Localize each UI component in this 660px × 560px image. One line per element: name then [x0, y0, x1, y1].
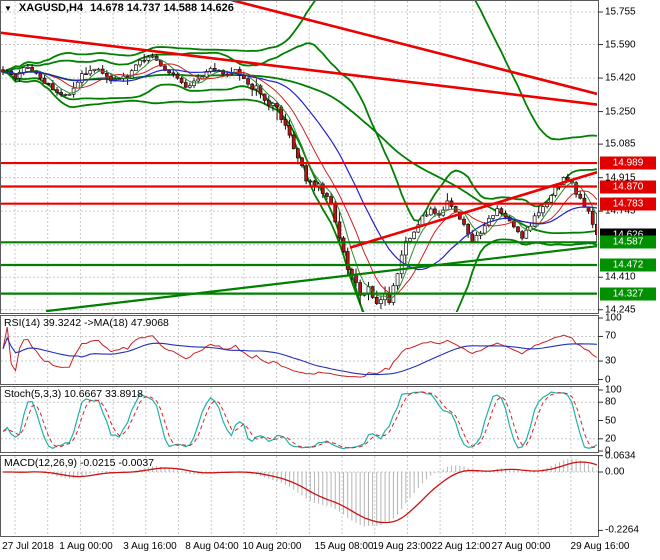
price-axis-label: 15.085: [605, 138, 636, 150]
price-axis-label: 15.420: [605, 72, 636, 84]
chart-canvas[interactable]: [0, 0, 660, 560]
rsi-scale-label: 0: [605, 374, 611, 385]
time-axis-label: 29 Aug 16:00: [570, 541, 630, 552]
time-axis-label: 3 Aug 16:00: [123, 541, 177, 552]
time-axis-label: 1 Aug 00:00: [59, 541, 113, 552]
stoch-scale-label: 80: [605, 396, 617, 408]
rsi-indicator-label: RSI(14) 39.3242 ->MA(18) 47.9068: [4, 317, 169, 329]
time-axis-label: 19 Aug 23:00: [372, 541, 432, 552]
price-axis-label: 15.250: [605, 106, 636, 118]
stoch-scale-label: 100: [605, 384, 622, 396]
resistance-level-badge: 14.870: [600, 180, 656, 194]
time-axis-label: 15 Aug 08:00: [314, 541, 374, 552]
stoch-scale-label: 20: [605, 433, 617, 445]
support-level-badge: 14.472: [600, 258, 656, 272]
time-axis-label: 22 Aug 12:00: [431, 541, 491, 552]
time-axis-label: 10 Aug 20:00: [242, 541, 302, 552]
symbol-label: XAGUSD,H4: [18, 2, 84, 14]
time-axis-label: 27 Jul 2018: [2, 541, 54, 552]
rsi-scale-label: 30: [605, 355, 617, 367]
macd-scale-label: 0.00: [605, 466, 625, 478]
resistance-level-badge: 14.783: [600, 197, 656, 211]
ohlc-readout: 14.678 14.737 14.588 14.626: [90, 2, 234, 14]
stoch-scale-label: 50: [605, 415, 617, 426]
macd-indicator-label: MACD(12,26,9) -0.0215 -0.0037: [4, 457, 154, 469]
macd-scale-label: -0.2264: [605, 524, 639, 536]
price-axis-label: 14.410: [605, 271, 636, 283]
macd-scale-label: 0.0634: [605, 450, 636, 462]
price-axis-label: 15.590: [605, 39, 636, 51]
time-axis-label: 27 Aug 00:00: [491, 541, 551, 552]
chart-window: ▼ XAGUSD,H4 14.678 14.737 14.588 14.626 …: [0, 0, 660, 560]
price-axis-label: 15.755: [605, 6, 636, 18]
stoch-indicator-label: Stoch(5,3,3) 10.6667 33.8918: [4, 388, 143, 400]
support-level-badge: 14.327: [600, 287, 656, 301]
support-level-badge: 14.587: [600, 235, 656, 249]
time-axis-label: 8 Aug 04:00: [185, 541, 239, 552]
rsi-scale-label: 100: [605, 312, 622, 324]
chart-title-bar: ▼ XAGUSD,H4 14.678 14.737 14.588 14.626: [4, 2, 234, 14]
symbol-dropdown-icon[interactable]: ▼: [4, 3, 12, 14]
rsi-scale-label: 70: [605, 330, 617, 342]
resistance-level-badge: 14.989: [600, 156, 656, 170]
